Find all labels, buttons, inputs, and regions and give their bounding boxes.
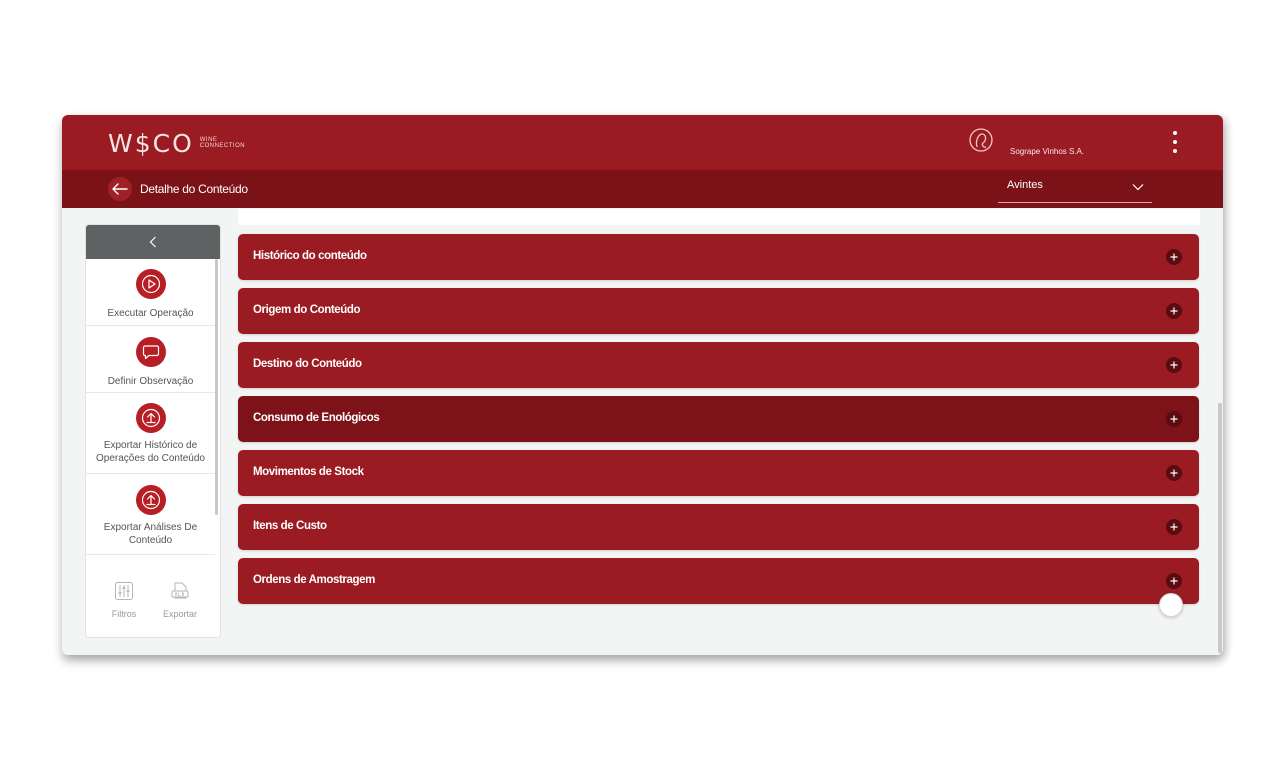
sidebar-scrollbar[interactable] — [215, 259, 218, 515]
app-window: W$CO WINE CONNECTION Sogrape Vinhos S.A. — [62, 115, 1223, 655]
sub-bar: Detalhe do Conteúdo Avintes — [62, 170, 1223, 208]
wico-logo[interactable]: W$CO WINE CONNECTION — [108, 128, 245, 158]
upload-icon — [135, 403, 166, 433]
actions-sidebar: Executar Operação Definir Observação Exp… — [85, 224, 221, 638]
sidebar-item-label: Definir Observação — [107, 376, 194, 387]
accordion-origem-conteudo[interactable]: Origem do Conteúdo — [238, 288, 1199, 334]
export-button[interactable]: Exportar — [160, 581, 200, 619]
plus-icon[interactable] — [1166, 519, 1182, 535]
sidebar-collapse-button[interactable] — [86, 225, 220, 259]
accordion-label: Consumo de Enológicos — [253, 412, 380, 424]
kebab-dot — [1173, 140, 1177, 144]
accordion-destino-conteudo[interactable]: Destino do Conteúdo — [238, 342, 1199, 388]
main-scrollbar[interactable] — [1218, 403, 1222, 653]
logo-subtext: WINE CONNECTION — [200, 137, 245, 149]
plus-icon[interactable] — [1166, 465, 1182, 481]
sidebar-item-executar-operacao[interactable]: Executar Operação — [86, 259, 215, 326]
kebab-menu-icon[interactable] — [1168, 131, 1182, 153]
accordion-label: Histórico do conteúdo — [253, 250, 367, 262]
comment-icon — [135, 337, 166, 367]
filter-label: Filtros — [111, 609, 137, 619]
company-name: Sogrape Vinhos S.A. — [1010, 147, 1085, 156]
accordion-label: Itens de Custo — [253, 520, 327, 532]
sidebar-item-label: Exportar Histórico de Operações do Conte… — [96, 440, 205, 464]
location-select-value: Avintes — [1007, 179, 1043, 191]
logo-sub-line2: CONNECTION — [199, 143, 246, 149]
kebab-dot — [1173, 149, 1177, 153]
plus-icon[interactable] — [1166, 573, 1182, 589]
upload-icon — [135, 485, 166, 515]
content-top-strip — [238, 209, 1200, 225]
accordion-itens-custo[interactable]: Itens de Custo — [238, 504, 1199, 550]
plus-icon[interactable] — [1166, 357, 1182, 373]
export-label: Exportar — [162, 609, 197, 619]
logo-text: W$CO — [108, 128, 194, 158]
company-logo-icon — [967, 126, 995, 154]
location-select[interactable]: Avintes — [998, 174, 1152, 203]
xls-file-icon — [171, 582, 189, 599]
chevron-down-icon — [1132, 184, 1144, 191]
plus-icon[interactable] — [1166, 303, 1182, 319]
accordion-ordens-amostragem[interactable]: Ordens de Amostragem — [238, 558, 1199, 604]
back-button[interactable] — [108, 177, 132, 201]
arrow-left-icon — [112, 183, 128, 195]
top-bar: W$CO WINE CONNECTION Sogrape Vinhos S.A. — [62, 115, 1223, 170]
accordion-consumo-enologicos[interactable]: Consumo de Enológicos — [238, 396, 1199, 442]
filter-button[interactable]: Filtros — [104, 581, 144, 619]
sidebar-tools: Filtros Exportar — [86, 557, 220, 637]
sidebar-item-exportar-analises[interactable]: Exportar Análises De Conteúdo — [86, 474, 215, 555]
accordion-label: Movimentos de Stock — [253, 466, 364, 478]
plus-icon[interactable] — [1166, 249, 1182, 265]
sidebar-item-label: Exportar Análises De Conteúdo — [103, 522, 198, 546]
accordion-historico-conteudo[interactable]: Histórico do conteúdo — [238, 234, 1199, 280]
sidebar-item-label: Executar Operação — [107, 308, 194, 319]
play-icon — [135, 269, 166, 299]
accordion-movimentos-stock[interactable]: Movimentos de Stock — [238, 450, 1199, 496]
accordion-label: Destino do Conteúdo — [253, 358, 362, 370]
chevron-left-icon — [149, 236, 156, 248]
floating-action-button[interactable] — [1159, 593, 1183, 617]
sidebar-item-exportar-historico[interactable]: Exportar Histórico de Operações do Conte… — [86, 393, 215, 474]
sidebar-item-definir-observacao[interactable]: Definir Observação — [86, 326, 215, 393]
plus-icon[interactable] — [1166, 411, 1182, 427]
kebab-dot — [1173, 131, 1177, 135]
content-area: Histórico do conteúdo Origem do Conteúdo… — [238, 209, 1200, 639]
accordion-label: Origem do Conteúdo — [253, 304, 361, 316]
accordion-label: Ordens de Amostragem — [253, 574, 375, 586]
page-title: Detalhe do Conteúdo — [140, 182, 248, 196]
filter-sliders-icon — [115, 582, 133, 600]
